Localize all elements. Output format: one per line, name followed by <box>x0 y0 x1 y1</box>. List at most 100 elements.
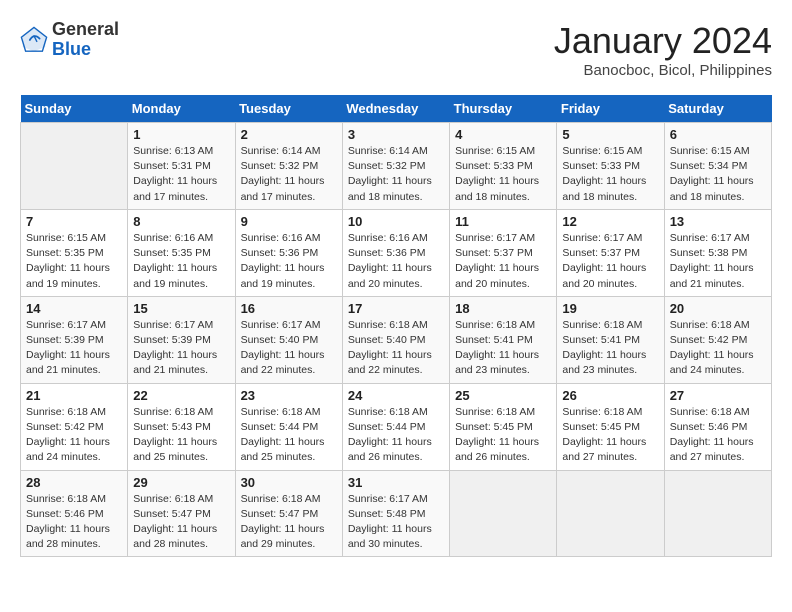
logo-blue: Blue <box>52 40 119 60</box>
day-cell: 26Sunrise: 6:18 AM Sunset: 5:45 PM Dayli… <box>557 383 664 470</box>
day-cell: 14 Sunrise: 6:17 AM Sunset: 5:39 PM Dayli… <box>21 296 128 383</box>
day-number: 8 <box>133 214 229 229</box>
day-cell: 24 Sunrise: 6:18 AM Sunset: 5:44 PM Dayli… <box>342 383 449 470</box>
day-number: 24 <box>348 388 444 403</box>
col-monday: Monday <box>128 95 235 123</box>
day-cell: 16 Sunrise: 6:17 AM Sunset: 5:40 PM Dayli… <box>235 296 342 383</box>
day-cell: 18Sunrise: 6:18 AM Sunset: 5:41 PM Dayli… <box>450 296 557 383</box>
day-number: 15 <box>133 301 229 316</box>
day-cell: 21Sunrise: 6:18 AM Sunset: 5:42 PM Dayli… <box>21 383 128 470</box>
col-thursday: Thursday <box>450 95 557 123</box>
day-number: 11 <box>455 214 551 229</box>
day-cell: 10Sunrise: 6:16 AM Sunset: 5:36 PM Dayli… <box>342 209 449 296</box>
day-cell: 15 Sunrise: 6:17 AM Sunset: 5:39 PM Dayli… <box>128 296 235 383</box>
day-info: Sunrise: 6:18 AM Sunset: 5:42 PM Dayligh… <box>26 405 122 466</box>
day-number: 16 <box>241 301 337 316</box>
day-cell: 20Sunrise: 6:18 AM Sunset: 5:42 PM Dayli… <box>664 296 771 383</box>
day-number: 9 <box>241 214 337 229</box>
day-number: 3 <box>348 127 444 142</box>
day-number: 26 <box>562 388 658 403</box>
logo-general: General <box>52 20 119 40</box>
day-info: Sunrise: 6:15 AM Sunset: 5:33 PM Dayligh… <box>455 144 551 205</box>
day-cell: 13 Sunrise: 6:17 AM Sunset: 5:38 PM Dayli… <box>664 209 771 296</box>
day-cell: 17 Sunrise: 6:18 AM Sunset: 5:40 PM Dayli… <box>342 296 449 383</box>
day-info: Sunrise: 6:15 AM Sunset: 5:35 PM Dayligh… <box>26 231 122 292</box>
day-info: Sunrise: 6:16 AM Sunset: 5:36 PM Dayligh… <box>241 231 337 292</box>
day-cell: 31 Sunrise: 6:17 AM Sunset: 5:48 PM Dayli… <box>342 470 449 557</box>
day-cell: 25 Sunrise: 6:18 AM Sunset: 5:45 PM Dayli… <box>450 383 557 470</box>
day-number: 7 <box>26 214 122 229</box>
day-number: 19 <box>562 301 658 316</box>
day-number: 5 <box>562 127 658 142</box>
day-info: Sunrise: 6:17 AM Sunset: 5:40 PM Dayligh… <box>241 318 337 379</box>
day-number: 25 <box>455 388 551 403</box>
week-row-5: 28Sunrise: 6:18 AM Sunset: 5:46 PM Dayli… <box>21 470 772 557</box>
day-number: 22 <box>133 388 229 403</box>
col-friday: Friday <box>557 95 664 123</box>
day-cell: 9 Sunrise: 6:16 AM Sunset: 5:36 PM Daylig… <box>235 209 342 296</box>
day-info: Sunrise: 6:17 AM Sunset: 5:39 PM Dayligh… <box>26 318 122 379</box>
col-sunday: Sunday <box>21 95 128 123</box>
day-number: 14 <box>26 301 122 316</box>
day-number: 4 <box>455 127 551 142</box>
logo-text: General Blue <box>52 20 119 60</box>
page-header: General Blue January 2024 Banocboc, Bico… <box>20 20 772 79</box>
day-cell: 27Sunrise: 6:18 AM Sunset: 5:46 PM Dayli… <box>664 383 771 470</box>
day-cell <box>21 123 128 210</box>
day-info: Sunrise: 6:17 AM Sunset: 5:38 PM Dayligh… <box>670 231 766 292</box>
day-cell: 19Sunrise: 6:18 AM Sunset: 5:41 PM Dayli… <box>557 296 664 383</box>
day-info: Sunrise: 6:16 AM Sunset: 5:35 PM Dayligh… <box>133 231 229 292</box>
day-info: Sunrise: 6:18 AM Sunset: 5:42 PM Dayligh… <box>670 318 766 379</box>
day-cell: 4 Sunrise: 6:15 AM Sunset: 5:33 PM Daylig… <box>450 123 557 210</box>
day-info: Sunrise: 6:18 AM Sunset: 5:44 PM Dayligh… <box>348 405 444 466</box>
day-number: 13 <box>670 214 766 229</box>
calendar-title: January 2024 <box>554 20 772 62</box>
day-number: 31 <box>348 475 444 490</box>
day-cell: 11Sunrise: 6:17 AM Sunset: 5:37 PM Dayli… <box>450 209 557 296</box>
day-number: 1 <box>133 127 229 142</box>
week-row-3: 14 Sunrise: 6:17 AM Sunset: 5:39 PM Dayli… <box>21 296 772 383</box>
day-info: Sunrise: 6:13 AM Sunset: 5:31 PM Dayligh… <box>133 144 229 205</box>
day-number: 29 <box>133 475 229 490</box>
day-info: Sunrise: 6:15 AM Sunset: 5:34 PM Dayligh… <box>670 144 766 205</box>
day-cell: 6 Sunrise: 6:15 AM Sunset: 5:34 PM Daylig… <box>664 123 771 210</box>
day-cell: 29Sunrise: 6:18 AM Sunset: 5:47 PM Dayli… <box>128 470 235 557</box>
day-info: Sunrise: 6:18 AM Sunset: 5:46 PM Dayligh… <box>26 492 122 553</box>
day-number: 12 <box>562 214 658 229</box>
day-info: Sunrise: 6:17 AM Sunset: 5:48 PM Dayligh… <box>348 492 444 553</box>
day-cell: 5 Sunrise: 6:15 AM Sunset: 5:33 PM Daylig… <box>557 123 664 210</box>
day-cell: 22 Sunrise: 6:18 AM Sunset: 5:43 PM Dayli… <box>128 383 235 470</box>
week-row-1: 1 Sunrise: 6:13 AM Sunset: 5:31 PM Daylig… <box>21 123 772 210</box>
day-cell: 8 Sunrise: 6:16 AM Sunset: 5:35 PM Daylig… <box>128 209 235 296</box>
header-row: Sunday Monday Tuesday Wednesday Thursday… <box>21 95 772 123</box>
day-info: Sunrise: 6:18 AM Sunset: 5:40 PM Dayligh… <box>348 318 444 379</box>
day-info: Sunrise: 6:16 AM Sunset: 5:36 PM Dayligh… <box>348 231 444 292</box>
day-number: 30 <box>241 475 337 490</box>
day-cell: 30 Sunrise: 6:18 AM Sunset: 5:47 PM Dayli… <box>235 470 342 557</box>
day-info: Sunrise: 6:18 AM Sunset: 5:47 PM Dayligh… <box>241 492 337 553</box>
day-cell: 1 Sunrise: 6:13 AM Sunset: 5:31 PM Daylig… <box>128 123 235 210</box>
day-info: Sunrise: 6:17 AM Sunset: 5:39 PM Dayligh… <box>133 318 229 379</box>
day-info: Sunrise: 6:18 AM Sunset: 5:46 PM Dayligh… <box>670 405 766 466</box>
calendar-subtitle: Banocboc, Bicol, Philippines <box>554 62 772 79</box>
day-cell <box>664 470 771 557</box>
logo-icon <box>20 26 48 54</box>
day-cell: 7 Sunrise: 6:15 AM Sunset: 5:35 PM Daylig… <box>21 209 128 296</box>
calendar-table: Sunday Monday Tuesday Wednesday Thursday… <box>20 95 772 557</box>
day-info: Sunrise: 6:18 AM Sunset: 5:45 PM Dayligh… <box>455 405 551 466</box>
day-info: Sunrise: 6:17 AM Sunset: 5:37 PM Dayligh… <box>562 231 658 292</box>
day-number: 6 <box>670 127 766 142</box>
title-block: January 2024 Banocboc, Bicol, Philippine… <box>554 20 772 79</box>
col-wednesday: Wednesday <box>342 95 449 123</box>
day-number: 2 <box>241 127 337 142</box>
col-saturday: Saturday <box>664 95 771 123</box>
day-info: Sunrise: 6:18 AM Sunset: 5:41 PM Dayligh… <box>455 318 551 379</box>
day-info: Sunrise: 6:18 AM Sunset: 5:43 PM Dayligh… <box>133 405 229 466</box>
day-info: Sunrise: 6:15 AM Sunset: 5:33 PM Dayligh… <box>562 144 658 205</box>
day-cell: 23Sunrise: 6:18 AM Sunset: 5:44 PM Dayli… <box>235 383 342 470</box>
logo: General Blue <box>20 20 119 60</box>
week-row-4: 21Sunrise: 6:18 AM Sunset: 5:42 PM Dayli… <box>21 383 772 470</box>
day-cell <box>450 470 557 557</box>
day-number: 17 <box>348 301 444 316</box>
day-number: 23 <box>241 388 337 403</box>
